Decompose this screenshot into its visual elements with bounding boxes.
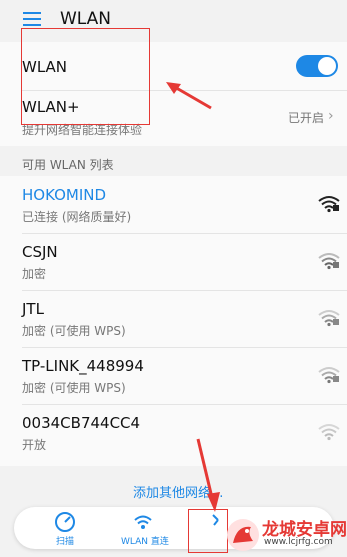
scan-label: 扫描: [56, 537, 75, 547]
wifi-full-icon: [318, 196, 340, 213]
menu-icon[interactable]: [23, 12, 41, 27]
wifi-lock-icon: [318, 253, 340, 270]
wifi-open-icon: [318, 424, 340, 441]
network-name-csjn[interactable]: CSJN: [22, 243, 58, 261]
divider: [22, 404, 347, 405]
wifi-direct-icon[interactable]: [132, 511, 154, 533]
divider: [22, 347, 347, 348]
scan-icon[interactable]: [54, 511, 76, 533]
page-title: WLAN: [60, 9, 112, 29]
network-name-open[interactable]: 0034CB744CC4: [22, 414, 140, 432]
network-status: 开放: [22, 438, 47, 452]
wifi-lock-icon: [318, 367, 340, 384]
divider: [22, 290, 347, 291]
network-status: 加密: [22, 267, 47, 281]
annotation-arrow-icon: [166, 82, 212, 110]
annotation-box: [188, 509, 228, 553]
wlan-plus-status: 已开启: [288, 111, 325, 125]
watermark-logo-icon: [227, 519, 259, 551]
available-networks-header: 可用 WLAN 列表: [22, 158, 114, 172]
network-name-tplink[interactable]: TP-LINK_448994: [22, 357, 144, 375]
wlan-toggle-switch[interactable]: [296, 55, 338, 77]
divider: [22, 233, 347, 234]
annotation-arrow-icon: [196, 438, 220, 512]
chevron-right-icon: ›: [328, 108, 334, 124]
watermark-url: www.lcjrfg.com: [264, 537, 333, 547]
network-list: HOKOMIND 已连接 (网络质量好) CSJN 加密 JTL 加密 (可使用…: [0, 176, 347, 466]
wifi-lock-icon: [318, 310, 340, 327]
network-status: 已连接 (网络质量好): [22, 210, 132, 224]
network-name-hokomind[interactable]: HOKOMIND: [22, 186, 106, 204]
network-status: 加密 (可使用 WPS): [22, 381, 126, 395]
wifi-direct-label: WLAN 直连: [121, 537, 169, 547]
annotation-box: [21, 28, 150, 125]
network-status: 加密 (可使用 WPS): [22, 324, 126, 338]
toggle-knob: [318, 57, 336, 75]
network-name-jtl[interactable]: JTL: [22, 300, 44, 318]
